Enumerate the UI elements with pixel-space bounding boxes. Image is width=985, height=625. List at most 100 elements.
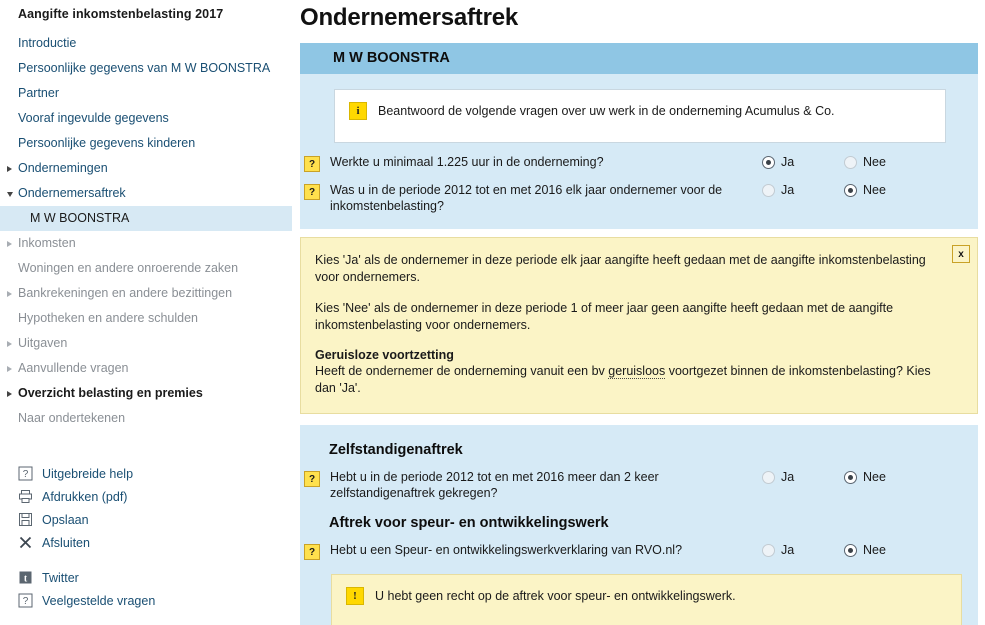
question-row-2: ? Was u in de periode 2012 tot en met 201… — [300, 177, 978, 219]
sidebar-item-hypotheken-en-andere-schulden[interactable]: Hypotheken en andere schulden — [0, 306, 292, 331]
question-row-1: ? Werkte u minimaal 1.225 uur in de onder… — [300, 149, 978, 177]
afsluiten-link[interactable]: Afsluiten — [0, 531, 292, 554]
sidebar-item-label: Inkomsten — [18, 236, 76, 250]
sidebar-item-inkomsten[interactable]: Inkomsten — [0, 231, 292, 256]
info-message-text: Beantwoord de volgende vragen over uw we… — [378, 104, 835, 118]
ondernemersaftrek-panel: M W BOONSTRA i Beantwoord de volgende vr… — [300, 43, 978, 229]
sidebar-item-ondernemingen[interactable]: Ondernemingen — [0, 156, 292, 181]
info-icon: i — [349, 102, 367, 120]
question-text: Hebt u in de periode 2012 tot en met 201… — [330, 470, 659, 500]
warning-message-box: ! U hebt geen recht op de aftrek voor sp… — [331, 574, 962, 625]
sidebar-item-naar-ondertekenen[interactable]: Naar ondertekenen — [0, 406, 292, 431]
opslaan-link[interactable]: Opslaan — [0, 508, 292, 531]
sidebar-item-label: Persoonlijke gegevens kinderen — [18, 136, 196, 150]
radio-option-ja[interactable]: Ja — [762, 470, 822, 484]
svg-text:?: ? — [23, 596, 29, 607]
answer-options: Ja Nee — [762, 469, 912, 484]
warning-icon: ! — [346, 587, 364, 605]
radio-option-nee[interactable]: Nee — [844, 470, 904, 484]
radio-ja-input[interactable] — [762, 470, 775, 484]
question-help-wrap: ? — [304, 154, 330, 172]
radio-ja-input[interactable] — [762, 543, 775, 557]
question-row-section-2: ? Hebt u een Speur- en ontwikkelingswerkv… — [300, 537, 978, 565]
chevron-right-icon — [7, 290, 12, 297]
sidebar: Aangifte inkomstenbelasting 2017 Introdu… — [0, 0, 292, 625]
sidebar-item-label: Ondernemingen — [18, 161, 108, 175]
radio-ja-input[interactable] — [762, 183, 775, 197]
sidebar-item-introductie[interactable]: Introductie — [0, 31, 292, 56]
tool-label: Twitter — [42, 570, 79, 585]
uitgebreide-help-link[interactable]: ? Uitgebreide help — [0, 462, 292, 485]
radio-option-nee[interactable]: Nee — [844, 155, 904, 169]
radio-nee-input[interactable] — [844, 183, 857, 197]
sidebar-item-partner[interactable]: Partner — [0, 81, 292, 106]
afdrukken-pdf-link[interactable]: Afdrukken (pdf) — [0, 485, 292, 508]
sidebar-item-label: Uitgaven — [18, 336, 68, 350]
printer-icon — [18, 489, 33, 504]
radio-option-nee[interactable]: Nee — [844, 183, 904, 197]
sidebar-item-label: Naar ondertekenen — [18, 411, 126, 425]
help-question-icon[interactable]: ? — [304, 156, 320, 172]
sidebar-item-label: Introductie — [18, 36, 77, 50]
application-window: Aangifte inkomstenbelasting 2017 Introdu… — [0, 0, 985, 625]
sidebar-item-overzicht-belasting-en-premies[interactable]: Overzicht belasting en premies — [0, 381, 292, 406]
save-floppy-icon — [18, 512, 33, 527]
veelgestelde-vragen-link[interactable]: ? Veelgestelde vragen — [0, 589, 292, 612]
sidebar-item-persoonlijke-gegevens-van-m-w-boonstra[interactable]: Persoonlijke gegevens van M W BOONSTRA — [0, 56, 292, 81]
sidebar-item-vooraf-ingevulde-gegevens[interactable]: Vooraf ingevulde gegevens — [0, 106, 292, 131]
chevron-right-icon — [7, 390, 12, 397]
help-question-icon: ? — [18, 466, 33, 481]
question-text: Hebt u een Speur- en ontwikkelingswerkve… — [330, 543, 683, 557]
help-question-icon[interactable]: ? — [304, 544, 320, 560]
sidebar-item-label: Bankrekeningen en andere bezittingen — [18, 286, 233, 300]
radio-option-ja[interactable]: Ja — [762, 183, 822, 197]
question-help-wrap: ? — [304, 469, 330, 487]
help-subheading: Geruisloze voortzetting — [315, 348, 454, 362]
sidebar-item-label: Aanvullende vragen — [18, 361, 129, 375]
radio-nee-input[interactable] — [844, 155, 857, 169]
sidebar-item-uitgaven[interactable]: Uitgaven — [0, 331, 292, 356]
radio-ja-label: Ja — [781, 183, 795, 197]
radio-ja-input[interactable] — [762, 155, 775, 169]
radio-option-ja[interactable]: Ja — [762, 155, 822, 169]
sidebar-item-label: Ondernemersaftrek — [18, 186, 126, 200]
tool-label: Veelgestelde vragen — [42, 593, 156, 608]
sidebar-item-label: M W BOONSTRA — [30, 211, 130, 225]
help-question-icon[interactable]: ? — [304, 471, 320, 487]
tool-label: Afdrukken (pdf) — [42, 489, 128, 504]
sidebar-item-persoonlijke-gegevens-kinderen[interactable]: Persoonlijke gegevens kinderen — [0, 131, 292, 156]
answer-options: Ja Nee — [762, 182, 912, 197]
question-row-section-1: ? Hebt u in de periode 2012 tot en met 20… — [300, 464, 978, 506]
radio-nee-label: Nee — [863, 543, 886, 557]
section-list: Zelfstandigenaftrek? Hebt u in de periode… — [300, 433, 978, 565]
sidebar-item-aanvullende-vragen[interactable]: Aanvullende vragen — [0, 356, 292, 381]
help-question-icon[interactable]: ? — [304, 184, 320, 200]
close-help-panel-button[interactable]: x — [952, 245, 970, 263]
glossary-term-geruisloos[interactable]: geruisloos — [608, 364, 666, 379]
help-paragraph-nee: Kies 'Nee' als de ondernemer in deze per… — [315, 301, 894, 332]
section-heading-2: Aftrek voor speur- en ontwikkelingswerk — [329, 515, 609, 531]
sidebar-item-label: Vooraf ingevulde gegevens — [18, 111, 169, 125]
sidebar-item-bankrekeningen-en-andere-bezittingen[interactable]: Bankrekeningen en andere bezittingen — [0, 281, 292, 306]
radio-option-nee[interactable]: Nee — [844, 543, 904, 557]
twitter-icon: t — [18, 570, 33, 585]
radio-nee-input[interactable] — [844, 470, 857, 484]
sidebar-nav: Introductie Persoonlijke gegevens van M W… — [0, 31, 292, 431]
sidebar-tools-secondary: t Twitter? Veelgestelde vragen — [0, 566, 292, 612]
radio-nee-input[interactable] — [844, 543, 857, 557]
sidebar-item-ondernemersaftrek[interactable]: Ondernemersaftrek — [0, 181, 292, 206]
faq-question-icon: ? — [18, 593, 33, 608]
chevron-right-icon — [7, 240, 12, 247]
radio-option-ja[interactable]: Ja — [762, 543, 822, 557]
close-x-icon — [18, 535, 33, 550]
sidebar-item-m-w-boonstra[interactable]: M W BOONSTRA — [0, 206, 292, 231]
help-paragraph-geruisloze: Heeft de ondernemer de onderneming vanui… — [315, 363, 937, 397]
radio-nee-label: Nee — [863, 183, 886, 197]
sidebar-item-label: Woningen en andere onroerende zaken — [18, 261, 239, 275]
sidebar-item-woningen-en-andere-onroerende-zaken[interactable]: Woningen en andere onroerende zaken — [0, 256, 292, 281]
radio-ja-label: Ja — [781, 543, 795, 557]
sidebar-item-label: Overzicht belasting en premies — [18, 386, 203, 400]
twitter-link[interactable]: t Twitter — [0, 566, 292, 589]
chevron-down-icon — [7, 191, 13, 197]
section-heading-1: Zelfstandigenaftrek — [329, 442, 463, 458]
